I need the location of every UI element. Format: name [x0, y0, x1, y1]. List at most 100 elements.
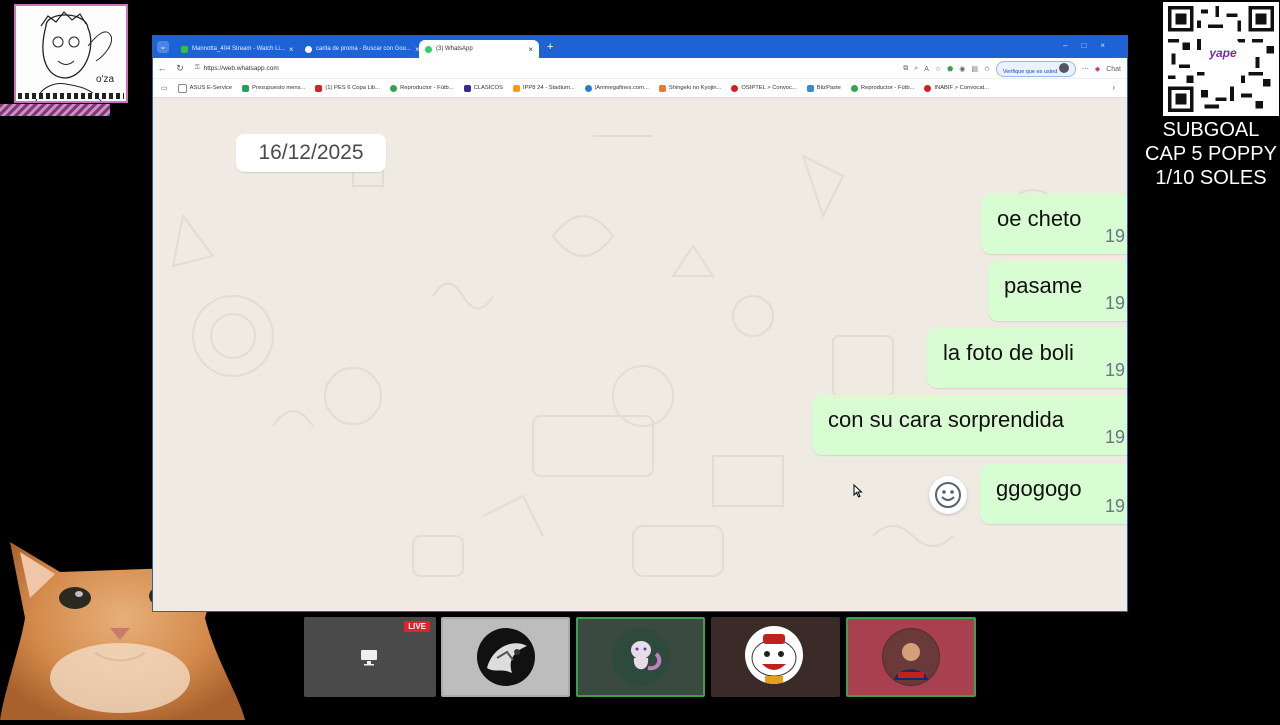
mewtwo-icon	[631, 641, 662, 671]
bookmark-label: (1) PES 6 Copa Lib...	[325, 85, 381, 91]
bookmark-item[interactable]: (1) PES 6 Copa Lib...	[315, 84, 381, 92]
screen-share-icon	[361, 650, 377, 666]
bookmark-item[interactable]: Reproductor - Fútb...	[850, 84, 914, 92]
favorites-icon[interactable]: ✩	[984, 65, 990, 73]
bookmark-label: Reproductor - Fútb...	[400, 85, 454, 91]
translate-icon[interactable]: A	[924, 66, 929, 73]
person-avatar	[882, 628, 940, 686]
verify-label: Verifique que es usted	[1002, 69, 1058, 75]
folder-icon	[177, 83, 187, 93]
bookmark-label: IPP8 24 - Stadium...	[522, 85, 575, 91]
message-time: 19	[1104, 427, 1125, 447]
bookmark-label: BlizPaste	[816, 85, 841, 91]
close-tab-icon[interactable]: ×	[524, 45, 533, 54]
extension-icon[interactable]: ◉	[959, 65, 965, 73]
zoom-icon[interactable]: ⌕	[914, 65, 918, 73]
reload-icon[interactable]: ↻	[171, 63, 189, 74]
tab-label: Mannotta_404 Stream - Watch Li...	[192, 46, 285, 52]
tile-participant[interactable]	[576, 617, 705, 697]
chevron-right-icon[interactable]: ›	[1112, 83, 1115, 92]
site-icon	[850, 84, 858, 92]
subgoal-text: SUBGOAL CAP 5 POPPY 1/10 SOLES	[1140, 118, 1280, 190]
bookmark-item[interactable]: Shingeki no Kyojin...	[658, 84, 721, 92]
tab-bar: ⌄ Mannotta_404 Stream - Watch Li... × ca…	[153, 36, 1127, 58]
chat-button[interactable]: Chat	[1106, 66, 1121, 73]
tile-participant[interactable]	[441, 617, 570, 697]
toolbar-actions: ⧉ ⌕ A ☆ ⬟ ◉ ▤ ✩ Verifique que es usted ⋯…	[903, 61, 1121, 77]
message-text: ggogogo	[996, 476, 1082, 501]
verify-button[interactable]: Verifique que es usted	[995, 61, 1076, 77]
message-bubble[interactable]: la foto de boli 19	[927, 328, 1127, 388]
copilot-icon[interactable]: ◆	[1095, 65, 1100, 73]
bookmark-label: CLASICOS	[473, 85, 503, 91]
tile-participant[interactable]	[711, 617, 840, 697]
sidebar-icon[interactable]: ▤	[971, 65, 978, 73]
bookmark-item[interactable]: |Animegafines.com...	[584, 84, 649, 92]
message-bubble[interactable]: pasame 19	[988, 261, 1127, 321]
close-tab-icon[interactable]: ×	[285, 45, 294, 54]
site-icon	[658, 84, 666, 92]
tab-whatsapp[interactable]: (3) WhatsApp ×	[419, 40, 539, 58]
tab-label: (3) WhatsApp	[436, 46, 473, 52]
message-time: 19	[1104, 360, 1125, 380]
bookmark-item[interactable]: IPP8 24 - Stadium...	[512, 84, 575, 92]
qr-code: yape	[1163, 2, 1279, 116]
extension-shield-icon[interactable]: ⬟	[947, 65, 953, 73]
person-photo-icon	[883, 629, 939, 685]
message-time: 19	[1104, 226, 1125, 246]
bookmark-item[interactable]: OSIPTEL > Convoc...	[731, 84, 797, 92]
bookmark-star-icon[interactable]: ☆	[935, 65, 941, 73]
tile-screen-share[interactable]: LIVE	[304, 617, 436, 697]
message-time: 19	[1104, 496, 1125, 516]
dragon-avatar	[477, 628, 535, 686]
tab-google[interactable]: carita de proma - Buscar con Goo... ×	[299, 40, 419, 58]
subgoal-line-1: SUBGOAL	[1162, 119, 1260, 141]
bookmark-item[interactable]: Reproductor - Fútb...	[390, 84, 454, 92]
live-badge: LIVE	[404, 621, 430, 632]
site-icon	[924, 84, 932, 92]
more-menu-icon[interactable]: ⋯	[1082, 65, 1089, 73]
site-icon	[806, 84, 814, 92]
tab-stream[interactable]: Mannotta_404 Stream - Watch Li... ×	[175, 40, 299, 58]
close-tab-icon[interactable]: ×	[411, 45, 419, 54]
bookmark-item[interactable]: BlizPaste	[806, 84, 841, 92]
message-text: pasame	[1004, 273, 1083, 298]
back-icon[interactable]: ←	[153, 63, 171, 73]
bookmark-item[interactable]: ASUS E-Service	[177, 83, 233, 93]
tab-label: carita de proma - Buscar con Goo...	[316, 46, 412, 52]
doodle-face-icon	[35, 11, 113, 101]
doodle-drawing: o'za	[14, 4, 128, 103]
new-tab-button[interactable]: +	[547, 41, 553, 53]
message-text: la foto de boli	[943, 340, 1074, 365]
message-bubble[interactable]: oe cheto 19	[981, 194, 1127, 254]
bookmark-item[interactable]: CLASICOS	[463, 84, 503, 92]
message-time: 19	[1104, 293, 1125, 313]
bookmark-label: OSIPTEL > Convoc...	[741, 85, 797, 91]
message-bubble[interactable]: ggogogo 19	[980, 464, 1127, 524]
bookmark-item[interactable]: INABIF > Convocat...	[924, 84, 989, 92]
kick-icon	[181, 45, 188, 53]
bookmark-item[interactable]: Presupuesto mens...	[242, 84, 306, 92]
bookmark-label: ASUS E-Service	[189, 85, 233, 91]
decorative-strip	[0, 104, 110, 116]
shield-icon	[463, 84, 471, 92]
tab-search-icon[interactable]: ⌄	[157, 41, 169, 53]
profile-avatar	[1058, 63, 1069, 73]
chat-panel: 16/12/2025 oe cheto 19 pasame 19 la foto…	[153, 96, 1127, 611]
message-bubble[interactable]: con su cara sorprendida 19	[812, 395, 1127, 455]
youtube-icon	[315, 84, 323, 92]
window-controls[interactable]: –□×	[1063, 41, 1119, 50]
reaction-button[interactable]	[929, 476, 967, 514]
message-text: con su cara sorprendida	[828, 407, 1065, 432]
install-icon[interactable]: ⧉	[903, 65, 908, 73]
bookmark-label: Presupuesto mens...	[252, 85, 306, 91]
site-info-icon[interactable]: ⚿	[195, 65, 200, 72]
site-icon	[731, 84, 739, 92]
google-icon	[305, 45, 312, 53]
subgoal-line-3: 1/10 SOLES	[1155, 167, 1267, 189]
tile-participant[interactable]	[846, 617, 976, 697]
url-field[interactable]: https://web.whatsapp.com	[204, 65, 279, 72]
tab-list-icon[interactable]: ▭	[161, 84, 168, 92]
address-toolbar: ← ↻ ⚿ https://web.whatsapp.com ⧉ ⌕ A ☆ ⬟…	[153, 58, 1127, 79]
mewtwo-avatar	[612, 628, 670, 686]
